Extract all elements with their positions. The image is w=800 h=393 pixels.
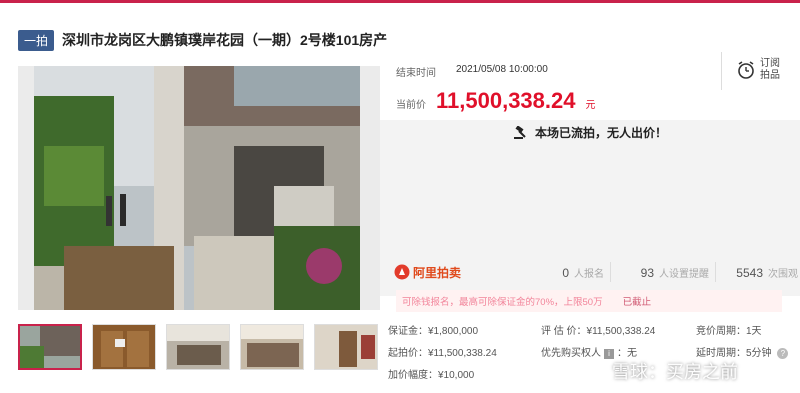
bidding-period: 竞价周期：1天 <box>696 326 762 337</box>
signups-label: 人报名 <box>574 268 604 280</box>
bid-increment: 加价幅度：¥10,000 <box>388 370 475 381</box>
priority-buyer: 优先购买权人 i ：无 <box>541 348 637 359</box>
thumbnail-strip <box>18 324 378 370</box>
property-photo[interactable] <box>34 66 360 310</box>
thumbnail-3[interactable] <box>166 324 230 370</box>
deposit-amount: 保证金：¥1,800,000 <box>388 326 479 337</box>
help-icon[interactable]: ? <box>777 348 789 359</box>
current-price-label: 当前价 <box>396 100 426 111</box>
reminders-count: 93 <box>640 265 654 280</box>
current-price-row: 当前价 11,500,338.24 元 <box>396 88 595 114</box>
thumbnail-5[interactable] <box>314 324 378 370</box>
estimated-value: 评 估 价：¥11,500,338.24 <box>541 326 656 337</box>
end-time-row: 结束时间 2021/05/08 10:00:00 <box>396 64 548 79</box>
auction-logo-icon <box>394 264 410 280</box>
price-unit: 元 <box>585 100 596 111</box>
deposit-notice: 可除钱报名，最高可除保证金的70%，上限50万 已截止 <box>396 290 782 312</box>
gavel-icon <box>513 125 526 139</box>
stat-divider <box>715 262 716 282</box>
snowball-logo-icon <box>585 361 605 381</box>
signups-count: 0 <box>562 265 569 280</box>
top-accent-bar <box>0 0 800 3</box>
reminders-label: 人设置提醒 <box>659 268 709 280</box>
current-price: 11,500,338.24 <box>436 88 576 113</box>
views-stat: 5543 次围观 <box>722 265 798 280</box>
page-title-row: 一拍 深圳市龙岗区大鹏镇璞岸花园（一期）2号楼101房产 <box>18 29 387 51</box>
deposit-notice-text: 可除钱报名，最高可除保证金的70%，上限50万 <box>402 297 603 308</box>
auction-stats-row: 阿里拍卖 0 人报名 93 人设置提醒 5543 次围观 <box>380 252 800 292</box>
thumbnail-4[interactable] <box>240 324 304 370</box>
auction-status-text: 本场已流拍，无人出价！ <box>534 126 667 140</box>
subscribe-button[interactable]: 订阅拍品 <box>736 58 782 82</box>
auction-round-tag: 一拍 <box>18 29 55 51</box>
main-photo-frame[interactable] <box>18 66 380 370</box>
auction-status: 本场已流拍，无人出价！ <box>380 124 800 141</box>
views-label: 次围观 <box>768 268 798 280</box>
end-time-value: 2021/05/08 10:00:00 <box>456 64 548 75</box>
page-title: 深圳市龙岗区大鹏镇璞岸花园（一期）2号楼101房产 <box>62 32 388 48</box>
watermark-text: 雪球：买房之前 <box>612 362 738 382</box>
divider <box>721 52 722 90</box>
xueqiu-watermark: 雪球：买房之前 <box>584 358 738 384</box>
alibaba-auction-logo: 阿里拍卖 <box>394 264 534 281</box>
signups-stat: 0 人报名 <box>534 265 604 280</box>
delay-period: 延时周期：5分钟 ? <box>696 344 789 359</box>
thumbnail-2[interactable] <box>92 324 156 370</box>
alarm-clock-icon <box>738 61 754 79</box>
thumbnail-1[interactable] <box>18 324 82 370</box>
subscribe-label: 订阅拍品 <box>760 58 780 81</box>
auction-logo-text: 阿里拍卖 <box>413 265 462 280</box>
starting-price: 起拍价：¥11,500,338.24 <box>388 348 497 359</box>
stat-divider <box>610 262 611 282</box>
reminders-stat: 93 人设置提醒 <box>617 265 709 280</box>
deposit-notice-status: 已截止 <box>622 297 652 308</box>
views-count: 5543 <box>736 265 763 280</box>
end-time-label: 结束时间 <box>396 68 436 79</box>
